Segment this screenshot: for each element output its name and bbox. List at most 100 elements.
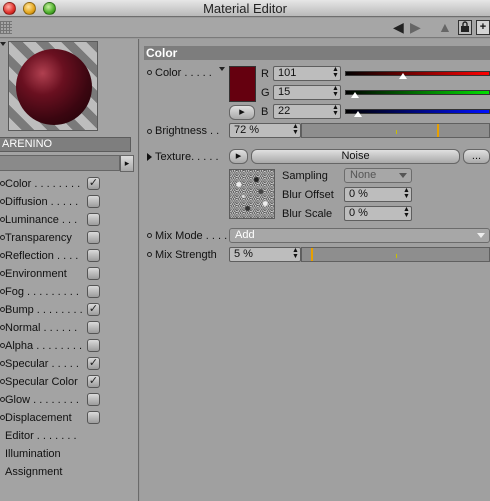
channel-label: Specular . . . . .: [5, 358, 79, 370]
channel-checkbox[interactable]: [87, 267, 100, 280]
mix-strength-slider-knob[interactable]: [311, 248, 314, 261]
g-value-field[interactable]: 15 ▲ ▼: [273, 85, 341, 100]
channel-item[interactable]: Specular . . . . . ✓: [0, 355, 139, 373]
channel-label: Specular Color: [5, 376, 78, 388]
swatch-menu-arrow-icon[interactable]: [219, 67, 225, 71]
mix-strength-label: Mix Strength: [155, 249, 217, 261]
mix-strength-anim-dot[interactable]: [147, 252, 152, 257]
mix-mode-anim-dot[interactable]: [147, 233, 152, 238]
channel-item[interactable]: Editor . . . . . . .: [0, 427, 139, 445]
r-gradient-slider[interactable]: [345, 71, 490, 79]
channel-checkbox[interactable]: [87, 411, 100, 424]
channel-item[interactable]: Displacement: [0, 409, 139, 427]
mix-strength-slider[interactable]: [301, 247, 490, 262]
new-window-icon[interactable]: +: [476, 20, 490, 35]
channel-checkbox[interactable]: [87, 339, 100, 352]
grip-handle-icon[interactable]: [0, 21, 12, 34]
mix-mode-label: Mix Mode . . . .: [155, 230, 228, 242]
r-marker[interactable]: [399, 73, 408, 79]
material-name-field[interactable]: ARENINO: [0, 137, 131, 152]
r-label: R: [261, 68, 269, 80]
channel-checkbox[interactable]: ✓: [87, 177, 100, 190]
channel-item[interactable]: Alpha . . . . . . . .: [0, 337, 139, 355]
channel-checkbox[interactable]: [87, 393, 100, 406]
section-header: Color: [144, 46, 490, 60]
sampling-dropdown[interactable]: None: [344, 168, 412, 183]
channel-item[interactable]: Transparency: [0, 229, 139, 247]
r-value-field[interactable]: 101 ▲ ▼: [273, 66, 341, 81]
channel-label: Glow . . . . . . . .: [5, 394, 79, 406]
channel-label: Normal . . . . . .: [5, 322, 78, 334]
channel-checkbox[interactable]: [87, 213, 100, 226]
channel-item[interactable]: Fog . . . . . . . . .: [0, 283, 139, 301]
channel-item[interactable]: Reflection . . . .: [0, 247, 139, 265]
g-marker[interactable]: [350, 92, 359, 98]
g-label: G: [261, 87, 270, 99]
channel-item[interactable]: Bump . . . . . . . . ✓: [0, 301, 139, 319]
texture-more-button[interactable]: ...: [463, 149, 490, 164]
channel-checkbox[interactable]: ✓: [87, 357, 100, 370]
brightness-value-field[interactable]: 72 % ▲ ▼: [229, 123, 301, 138]
color-swatch[interactable]: [229, 66, 256, 102]
channel-item[interactable]: Assignment: [0, 463, 139, 481]
brightness-anim-dot[interactable]: [147, 129, 152, 134]
blur-scale-label: Blur Scale: [282, 208, 333, 220]
texture-label: Texture. . . . .: [155, 151, 219, 163]
back-arrow-icon[interactable]: ◀: [393, 19, 404, 36]
material-preview[interactable]: [8, 41, 98, 131]
brightness-slider-knob[interactable]: [436, 124, 439, 137]
channel-checkbox[interactable]: [87, 195, 100, 208]
g-gradient-slider[interactable]: [345, 90, 490, 98]
preview-menu-arrow-icon[interactable]: [0, 42, 6, 46]
channel-checkbox[interactable]: [87, 321, 100, 334]
channel-item[interactable]: Color . . . . . . . . ✓: [0, 175, 139, 193]
slider-tick: [396, 130, 397, 134]
scroll-track[interactable]: [0, 155, 120, 171]
channel-label: Editor . . . . . . .: [5, 430, 77, 442]
channel-label: Assignment: [5, 466, 63, 478]
channel-label: Illumination: [5, 448, 61, 460]
color-picker-button[interactable]: ▸: [229, 105, 255, 120]
texture-expand-arrow-icon[interactable]: [147, 153, 152, 161]
blur-scale-field[interactable]: 0 % ▲ ▼: [344, 206, 412, 221]
channel-item[interactable]: Diffusion . . . . .: [0, 193, 139, 211]
channel-checkbox[interactable]: ✓: [87, 375, 100, 388]
toolbar: ◀ ▶ ▲ +: [0, 18, 490, 38]
preview-sphere: [16, 49, 92, 125]
mix-strength-value-field[interactable]: 5 % ▲ ▼: [229, 247, 301, 262]
blur-offset-label: Blur Offset: [282, 189, 334, 201]
channel-checkbox[interactable]: ✓: [87, 303, 100, 316]
channel-label: Environment: [5, 268, 67, 280]
chevron-down-icon: [477, 233, 485, 238]
channel-checkbox[interactable]: [87, 231, 100, 244]
channel-item[interactable]: Illumination: [0, 445, 139, 463]
channel-item[interactable]: Normal . . . . . .: [0, 319, 139, 337]
texture-menu-button[interactable]: ▸: [229, 149, 248, 164]
lock-icon[interactable]: [458, 20, 472, 35]
channel-item[interactable]: Luminance . . .: [0, 211, 139, 229]
brightness-slider[interactable]: [301, 123, 490, 138]
brightness-label: Brightness . .: [155, 125, 220, 137]
scroll-right-button[interactable]: ▸: [120, 155, 134, 172]
channel-item[interactable]: Environment: [0, 265, 139, 283]
channel-label: Transparency: [5, 232, 72, 244]
b-gradient-slider[interactable]: [345, 109, 490, 117]
channel-scroll: ▸: [0, 154, 134, 172]
channel-label: Reflection . . . .: [5, 250, 79, 262]
forward-arrow-icon[interactable]: ▶: [410, 19, 421, 36]
channel-checkbox[interactable]: [87, 285, 100, 298]
chevron-down-icon: [399, 173, 407, 178]
sampling-label: Sampling: [282, 170, 328, 182]
mix-mode-dropdown[interactable]: Add: [229, 228, 490, 243]
window-title: Material Editor: [203, 1, 287, 16]
blur-offset-field[interactable]: 0 % ▲ ▼: [344, 187, 412, 202]
channel-item[interactable]: Specular Color ✓: [0, 373, 139, 391]
texture-name-button[interactable]: Noise: [251, 149, 460, 164]
color-anim-dot[interactable]: [147, 70, 152, 75]
channel-checkbox[interactable]: [87, 249, 100, 262]
up-arrow-icon[interactable]: ▲: [438, 19, 452, 35]
channel-item[interactable]: Glow . . . . . . . .: [0, 391, 139, 409]
b-marker[interactable]: [354, 111, 363, 117]
channel-list: Color . . . . . . . . ✓ Diffusion . . . . …: [0, 175, 139, 481]
b-value-field[interactable]: 22 ▲ ▼: [273, 104, 341, 119]
